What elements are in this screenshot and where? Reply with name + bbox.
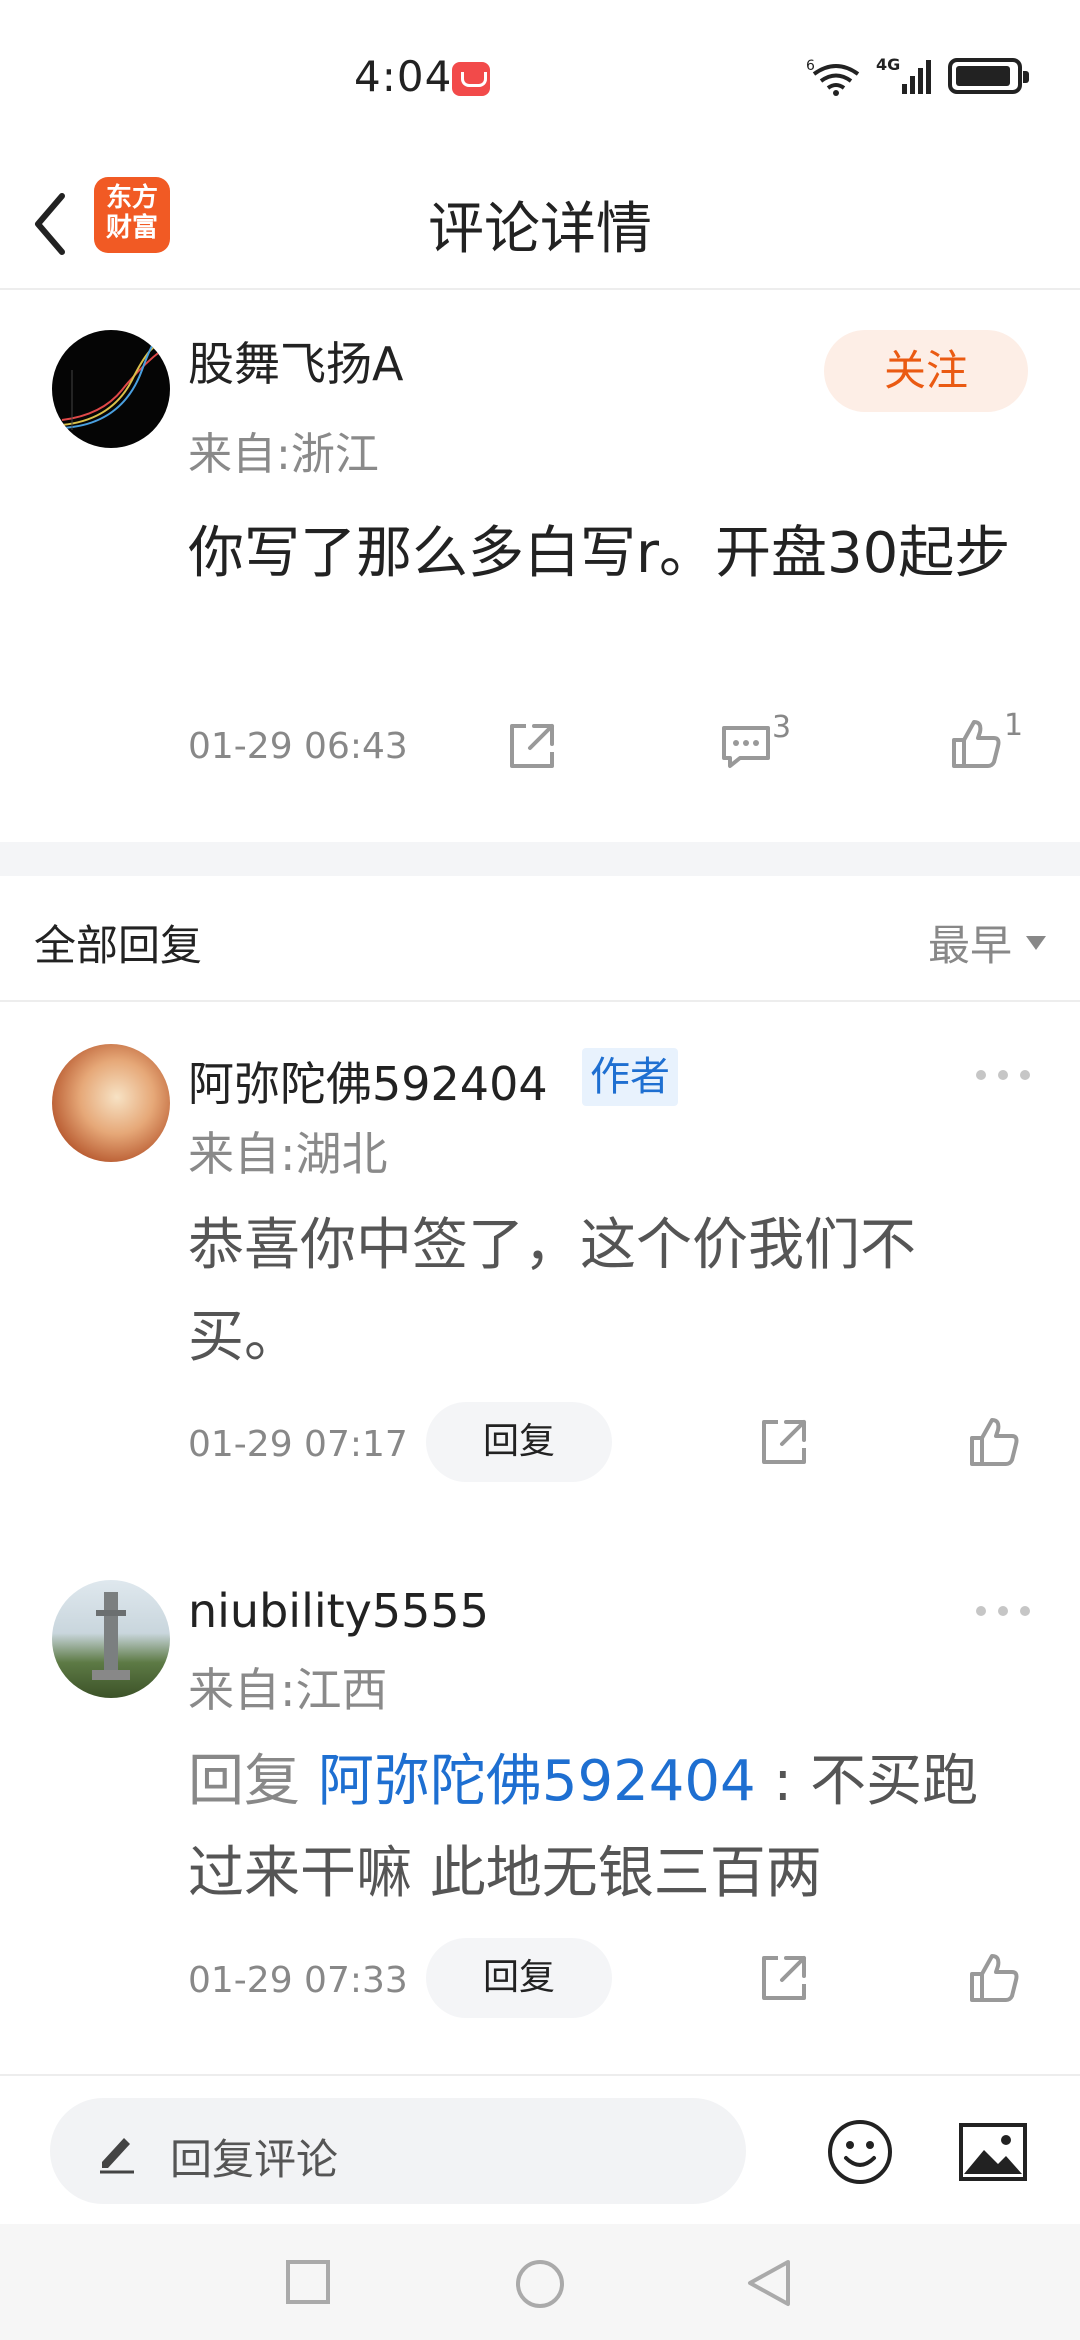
status-bar: 4:04 6 4G: [0, 0, 1080, 160]
username[interactable]: 股舞飞扬A: [188, 328, 403, 394]
svg-text:4G: 4G: [876, 56, 900, 74]
status-time: 4:04: [354, 52, 453, 101]
reply-input-bar: 回复评论: [0, 2074, 1080, 2224]
like-count: 1: [1004, 708, 1024, 743]
wifi-icon: 6: [806, 58, 860, 96]
status-icons: 6 4G: [806, 56, 1029, 96]
comment-text: 你写了那么多白写r。开盘30起步: [188, 521, 1011, 586]
reply-input-placeholder: 回复评论: [170, 2135, 339, 2184]
avatar[interactable]: [52, 330, 170, 448]
share-icon[interactable]: [504, 718, 560, 774]
more-options-icon[interactable]: [976, 1606, 1030, 1620]
avatar[interactable]: [52, 1580, 170, 1698]
sort-dropdown[interactable]: 最早: [928, 912, 1046, 973]
main-comment: 股舞飞扬A 来自:浙江 关注 你写了那么多白写r。开盘30起步 01-29 06…: [0, 292, 1080, 840]
username[interactable]: 阿弥陀佛592404: [188, 1048, 548, 1114]
reply-time: 01-29 07:17: [188, 1424, 408, 1465]
username[interactable]: niubility5555: [188, 1584, 489, 1638]
like-icon[interactable]: [966, 1414, 1022, 1470]
recent-apps-icon[interactable]: [284, 2258, 332, 2306]
huawei-notification-icon: [452, 62, 490, 96]
reply-prefix: 回复: [188, 1749, 318, 1814]
more-options-icon[interactable]: [976, 1070, 1030, 1084]
author-badge: 作者: [582, 1048, 678, 1106]
triangle-down-icon: [1026, 935, 1046, 950]
section-divider: [0, 842, 1080, 876]
reply-button[interactable]: 回复: [426, 1938, 612, 2018]
comment-time: 01-29 06:43: [188, 726, 408, 767]
like-icon[interactable]: [948, 716, 1004, 772]
system-navigation-bar: [0, 2224, 1080, 2340]
emoji-icon[interactable]: [826, 2118, 894, 2186]
back-nav-icon[interactable]: [744, 2256, 794, 2310]
monument-avatar-image: [92, 1592, 130, 1680]
reply-button[interactable]: 回复: [426, 1402, 612, 1482]
share-icon[interactable]: [756, 1414, 812, 1470]
top-navigation-bar: 东方 财富 评论详情: [0, 160, 1080, 290]
reply-text: 回复 阿弥陀佛592404 : 不买跑过来干嘛 此地无银三百两: [188, 1736, 1028, 1920]
replies-title: 全部回复: [34, 921, 203, 970]
chart-avatar-image: [61, 337, 163, 430]
battery-icon: [948, 58, 1029, 94]
location: 来自:湖北: [188, 1127, 388, 1181]
like-icon[interactable]: [966, 1950, 1022, 2006]
reply-text: 恭喜你中签了，这个价我们不买。: [188, 1213, 916, 1370]
comment-icon[interactable]: [718, 718, 774, 774]
image-icon[interactable]: [958, 2122, 1028, 2182]
cellular-signal-icon: 4G: [876, 56, 931, 94]
comment-count: 3: [772, 710, 792, 745]
share-icon[interactable]: [756, 1950, 812, 2006]
mention-link[interactable]: 阿弥陀佛592404: [318, 1749, 756, 1814]
follow-button[interactable]: 关注: [824, 330, 1028, 412]
reply-input[interactable]: 回复评论: [50, 2098, 746, 2204]
avatar[interactable]: [52, 1044, 170, 1162]
location: 来自:浙江: [188, 429, 379, 480]
pencil-icon: [100, 2138, 134, 2174]
location: 来自:江西: [188, 1663, 388, 1717]
svg-text:6: 6: [806, 58, 815, 74]
reply-time: 01-29 07:33: [188, 1960, 408, 2001]
replies-header: 全部回复 最早: [0, 876, 1080, 1002]
home-icon[interactable]: [514, 2258, 566, 2310]
page-title: 评论详情: [428, 197, 652, 262]
sort-label: 最早: [927, 921, 1012, 970]
